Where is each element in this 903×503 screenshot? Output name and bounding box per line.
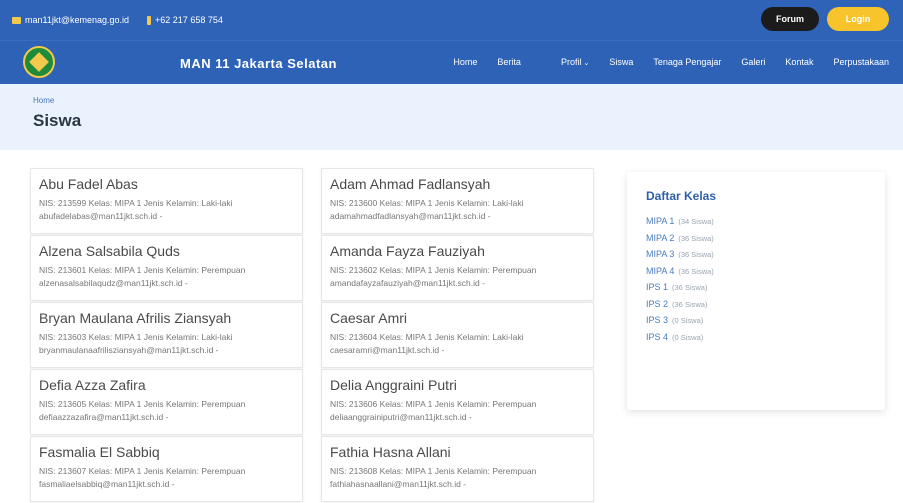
class-item[interactable]: IPS 1 (36 Siswa)	[646, 279, 885, 296]
class-list-title: Daftar Kelas	[646, 189, 717, 203]
class-list-panel: Daftar Kelas MIPA 1 (34 Siswa) MIPA 2 (36 …	[627, 172, 885, 410]
class-count: (36 Siswa)	[672, 299, 708, 309]
student-card[interactable]: Alzena Salsabila Quds NIS: 213601 Kelas:…	[30, 235, 303, 301]
nav-home[interactable]: Home	[453, 57, 477, 67]
nav-berita[interactable]: Berita	[497, 57, 521, 67]
student-info: NIS: 213600 Kelas: MIPA 1 Jenis Kelamin:…	[330, 198, 524, 208]
class-name[interactable]: MIPA 2	[646, 233, 674, 243]
class-item[interactable]: IPS 2 (36 Siswa)	[646, 296, 885, 313]
student-info: NIS: 213602 Kelas: MIPA 1 Jenis Kelamin:…	[330, 265, 537, 275]
student-email: bryanmaulanaafrilisziansyah@man11jkt.sch…	[39, 345, 219, 355]
class-count: (34 Siswa)	[678, 217, 714, 226]
class-name[interactable]: IPS 4	[646, 332, 668, 342]
class-name[interactable]: IPS 3	[646, 315, 668, 325]
breadcrumb[interactable]: Home	[33, 96, 903, 105]
student-email: fasmaliaelsabbiq@man11jkt.sch.id -	[39, 479, 175, 489]
class-count: (0 Siswa)	[672, 316, 704, 325]
top-contact-bar: man11jkt@kemenag.go.id +62 217 658 754 F…	[0, 0, 903, 40]
student-card[interactable]: Caesar Amri NIS: 213604 Kelas: MIPA 1 Je…	[321, 302, 594, 368]
nav-perpustakaan[interactable]: Perpustakaan	[833, 57, 889, 67]
student-card[interactable]: Amanda Fayza Fauziyah NIS: 213602 Kelas:…	[321, 235, 594, 301]
contact-phone[interactable]: +62 217 658 754	[155, 15, 223, 25]
student-info: NIS: 213606 Kelas: MIPA 1 Jenis Kelamin:…	[330, 399, 537, 409]
student-info: NIS: 213607 Kelas: MIPA 1 Jenis Kelamin:…	[39, 466, 246, 476]
class-item[interactable]: MIPA 3 (36 Siswa)	[646, 246, 885, 263]
student-info: NIS: 213599 Kelas: MIPA 1 Jenis Kelamin:…	[39, 198, 233, 208]
class-name[interactable]: IPS 1	[646, 282, 668, 292]
student-name[interactable]: Fathia Hasna Allani	[330, 444, 585, 460]
nav-siswa[interactable]: Siswa	[609, 57, 633, 67]
student-card[interactable]: Defia Azza Zafira NIS: 213605 Kelas: MIP…	[30, 369, 303, 435]
class-item[interactable]: IPS 4 (0 Siswa)	[646, 329, 885, 346]
nav-tenaga-pengajar[interactable]: Tenaga Pengajar	[653, 57, 721, 67]
login-button[interactable]: Login	[827, 7, 889, 31]
email-icon	[12, 16, 21, 24]
main-navbar: MAN 11 Jakarta Selatan Home Berita Profi…	[0, 40, 903, 84]
student-card[interactable]: Adam Ahmad Fadlansyah NIS: 213600 Kelas:…	[321, 168, 594, 234]
student-card[interactable]: Bryan Maulana Afrilis Ziansyah NIS: 2136…	[30, 302, 303, 368]
student-email: deliaanggrainiputri@man11jkt.sch.id -	[330, 412, 472, 422]
contact-info: man11jkt@kemenag.go.id +62 217 658 754	[12, 15, 223, 25]
student-card[interactable]: Delia Anggraini Putri NIS: 213606 Kelas:…	[321, 369, 594, 435]
student-info: NIS: 213605 Kelas: MIPA 1 Jenis Kelamin:…	[39, 399, 246, 409]
student-email: defiaazzazafira@man11jkt.sch.id -	[39, 412, 169, 422]
class-item[interactable]: MIPA 2 (36 Siswa)	[646, 230, 885, 247]
student-email: alzenasalsabilaqudz@man11jkt.sch.id -	[39, 278, 188, 288]
class-name[interactable]: IPS 2	[646, 299, 668, 309]
class-name[interactable]: MIPA 4	[646, 266, 674, 276]
class-item[interactable]: MIPA 1 (34 Siswa)	[646, 213, 885, 230]
class-count: (36 Siswa)	[678, 266, 714, 276]
chevron-down-icon: ⌄	[583, 60, 590, 67]
class-count: (36 Siswa)	[672, 283, 708, 292]
contact-email[interactable]: man11jkt@kemenag.go.id	[25, 15, 129, 25]
school-logo-icon[interactable]	[23, 46, 55, 78]
student-name[interactable]: Fasmalia El Sabbiq	[39, 444, 294, 460]
student-email: adamahmadfadlansyah@man11jkt.sch.id -	[330, 211, 491, 221]
student-name[interactable]: Delia Anggraini Putri	[330, 377, 585, 393]
student-name[interactable]: Defia Azza Zafira	[39, 377, 294, 393]
class-name[interactable]: MIPA 3	[646, 249, 674, 259]
nav-profil-label: Profil	[560, 57, 582, 67]
nav-profil[interactable]: Profil ⌄	[541, 57, 589, 67]
class-count: (36 Siswa)	[678, 233, 714, 243]
student-name[interactable]: Bryan Maulana Afrilis Ziansyah	[39, 310, 294, 326]
phone-icon	[147, 15, 152, 25]
class-count: (36 Siswa)	[678, 250, 714, 259]
student-info: NIS: 213601 Kelas: MIPA 1 Jenis Kelamin:…	[39, 265, 246, 275]
student-name[interactable]: Caesar Amri	[330, 310, 585, 326]
class-item[interactable]: IPS 3 (0 Siswa)	[646, 312, 885, 329]
student-card[interactable]: Abu Fadel Abas NIS: 213599 Kelas: MIPA 1…	[30, 168, 303, 234]
student-name[interactable]: Abu Fadel Abas	[39, 176, 294, 192]
student-name[interactable]: Alzena Salsabila Quds	[39, 243, 294, 259]
student-card[interactable]: Fasmalia El Sabbiq NIS: 213607 Kelas: MI…	[30, 436, 303, 502]
student-email: fathiahasnaallani@man11jkt.sch.id -	[330, 479, 467, 489]
student-info: NIS: 213608 Kelas: MIPA 1 Jenis Kelamin:…	[330, 466, 537, 476]
class-name[interactable]: MIPA 1	[646, 216, 674, 226]
student-email: abufadelabas@man11jkt.sch.id -	[39, 211, 163, 221]
nav-galeri[interactable]: Galeri	[741, 57, 765, 67]
student-info: NIS: 213604 Kelas: MIPA 1 Jenis Kelamin:…	[330, 332, 524, 342]
student-name[interactable]: Amanda Fayza Fauziyah	[330, 243, 585, 259]
site-brand[interactable]: MAN 11 Jakarta Selatan	[180, 56, 337, 71]
student-info: NIS: 213603 Kelas: MIPA 1 Jenis Kelamin:…	[39, 332, 233, 342]
student-email: caesaramri@man11jkt.sch.id -	[330, 345, 445, 355]
nav-menu: Home Berita Profil ⌄ Siswa Tenaga Pengaja…	[433, 57, 889, 67]
class-item[interactable]: MIPA 4 (36 Siswa)	[646, 263, 885, 280]
student-card[interactable]: Fathia Hasna Allani NIS: 213608 Kelas: M…	[321, 436, 594, 502]
page-title: Siswa	[33, 111, 82, 130]
page-header: Home Siswa	[0, 84, 903, 150]
forum-button[interactable]: Forum	[761, 7, 819, 31]
class-count: (0 Siswa)	[672, 332, 704, 342]
student-email: amandafayzafauziyah@man11jkt.sch.id -	[330, 278, 485, 288]
nav-kontak[interactable]: Kontak	[785, 57, 813, 67]
student-name[interactable]: Adam Ahmad Fadlansyah	[330, 176, 585, 192]
